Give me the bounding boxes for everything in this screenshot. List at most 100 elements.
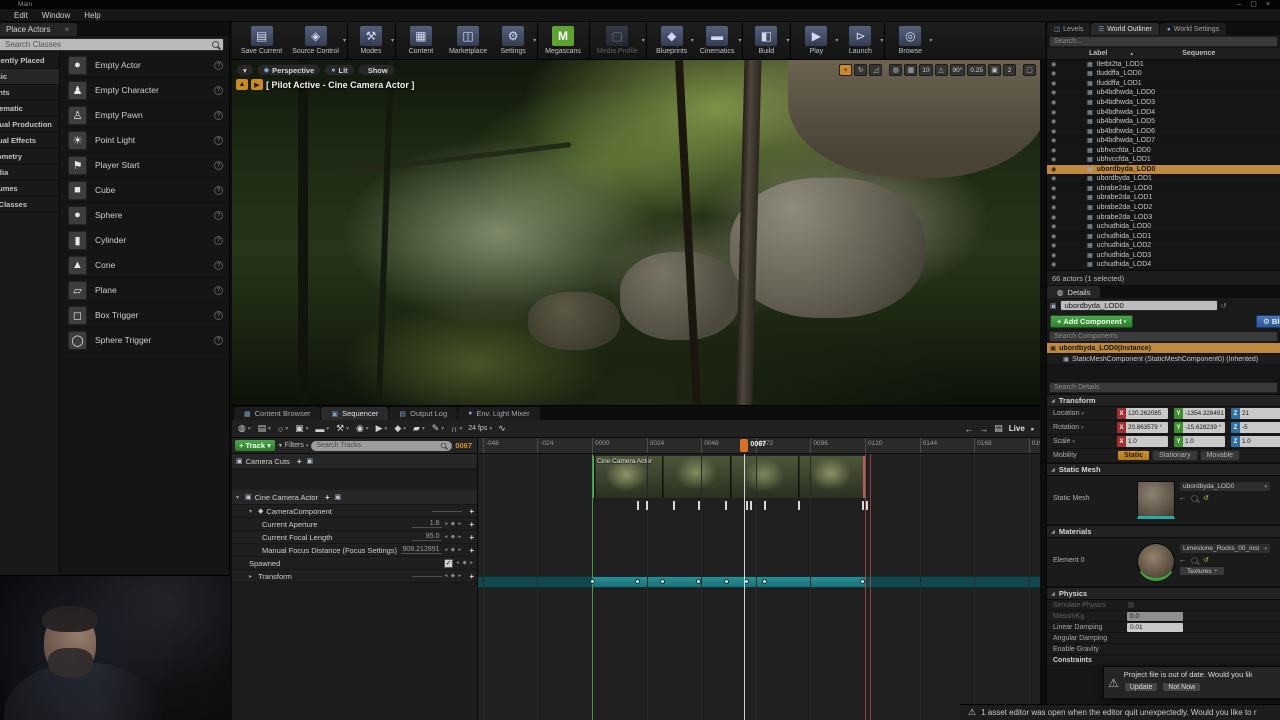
outliner-row[interactable]: ◉ ▦ ubordbyda_LOD1 [1047, 175, 1280, 185]
outliner-row[interactable]: ◉ ▦ uchudhida_LOD2 [1047, 241, 1280, 251]
panel-tab[interactable]: ◫ Levels [1047, 23, 1090, 35]
toolbar-button[interactable]: ▢ ▾ Media Profile [592, 23, 647, 59]
visibility-eye-icon[interactable]: ◉ [1051, 214, 1059, 221]
toolbar-button[interactable]: ◫ ▾ Marketplace [444, 23, 492, 59]
toolbar-button[interactable]: ⊳ ▾ Launch [839, 23, 885, 59]
place-actor-item[interactable]: ● Empty Actor ? [60, 53, 229, 78]
outliner-row[interactable]: ◉ ▦ ubrabe2da_LOD1 [1047, 194, 1280, 204]
visibility-eye-icon[interactable]: ◉ [1051, 137, 1059, 144]
materials-section-header[interactable]: ◢ Materials [1047, 525, 1280, 538]
category-item[interactable]: Virtual Production [0, 117, 59, 133]
open-sequence-icon[interactable]: ▤ [994, 423, 1003, 434]
viewport-mode-button[interactable]: ◆ Perspective [257, 64, 322, 76]
use-selected-icon[interactable]: ← [1179, 557, 1186, 564]
tab-place-actors[interactable]: Place Actors × [0, 23, 77, 36]
edit-pen-icon[interactable]: ✎▾ [432, 423, 444, 434]
world-space-icon[interactable]: ◍ [889, 64, 902, 76]
search-details-input[interactable]: Search Details [1049, 382, 1278, 393]
camera-icon[interactable]: ▣▾ [295, 423, 308, 434]
visibility-eye-icon[interactable]: ◉ [1051, 109, 1059, 116]
material-dropdown[interactable]: Limestone_Rocks_00_inst ▾ [1179, 543, 1271, 554]
outliner-row[interactable]: ◉ ▦ tluddffa_LOD0 [1047, 70, 1280, 80]
pilot-camera-icon[interactable]: ▶ [251, 79, 263, 90]
next-shot-icon[interactable]: → [979, 424, 988, 434]
live-status-button[interactable]: Live [1009, 424, 1025, 433]
grid-snap-value[interactable]: 10 [919, 64, 932, 76]
physics-property-row[interactable]: Constraints [1047, 655, 1280, 666]
fps-dropdown[interactable]: 24 fps ▾ [468, 425, 492, 432]
keyframe-options-icon[interactable]: ◆▾ [394, 423, 406, 434]
property-value-field[interactable]: 0.0 [1127, 612, 1183, 621]
textures-dropdown[interactable]: Textures ▾ [1179, 566, 1225, 576]
visibility-eye-icon[interactable]: ◉ [1051, 261, 1059, 268]
viewport-options-button[interactable]: ▾ [236, 64, 254, 76]
snap-magnet-icon[interactable]: ∩▾ [451, 424, 462, 434]
static-mesh-thumbnail[interactable] [1137, 481, 1175, 519]
maximize-icon[interactable]: ▢ [1250, 0, 1257, 9]
component-row[interactable]: ▣ StaticMeshComponent (StaticMeshCompone… [1047, 354, 1280, 365]
camera-icon[interactable]: ▣ [306, 457, 313, 465]
reset-icon[interactable]: ↺ [1203, 494, 1209, 502]
toolbar-button[interactable]: ▶ ▾ Play [793, 23, 839, 59]
visibility-eye-icon[interactable]: ◉ [1051, 252, 1059, 259]
visibility-eye-icon[interactable]: ◉ [1051, 223, 1059, 230]
visibility-eye-icon[interactable]: ◉ [1051, 70, 1059, 77]
panel-tab[interactable]: ☰ World Outliner [1091, 23, 1158, 35]
grid-snap-icon[interactable]: ▦ [904, 64, 917, 76]
add-section-icon[interactable]: + [469, 572, 474, 581]
category-item[interactable]: Volumes [0, 181, 59, 197]
scale-x-field[interactable]: X1.0 [1117, 436, 1168, 447]
track-value[interactable]: 908.212891 [401, 546, 442, 554]
visibility-eye-icon[interactable]: ◉ [1051, 147, 1059, 154]
settings-wrench-icon[interactable]: ⚒▾ [336, 423, 349, 434]
camera-icon[interactable]: ▣ [335, 493, 342, 501]
visibility-eye-icon[interactable]: ◉ [1051, 99, 1059, 106]
search-classes-input[interactable]: Search Classes [0, 38, 224, 51]
outliner-row[interactable]: ◉ ▦ ub4bdhwda_LOD7 [1047, 136, 1280, 146]
expand-arrow-icon[interactable]: ▸ [249, 573, 255, 580]
toolbar-button[interactable]: ⚒ ▾ Modes [350, 23, 396, 59]
keyframe-nav-icons[interactable]: ◂ ◆ ▸ [456, 560, 474, 566]
mobility-option[interactable]: Movable [1200, 450, 1240, 461]
sequencer-track-row[interactable]: ▸ Transform ✓ ◂ ◆ ▸ + ▣ [232, 570, 477, 583]
clapperboard-icon[interactable]: ▬▾ [315, 424, 329, 434]
outliner-row[interactable]: ◉ ▦ tluddffa_LOD1 [1047, 79, 1280, 89]
toolbar-button[interactable]: ⚙ ▾ Settings [492, 23, 538, 59]
search-icon[interactable]: ○▾ [278, 424, 288, 434]
playback-options-icon[interactable]: ▶▾ [376, 423, 388, 434]
sequencer-track-row[interactable]: ▣ Camera Cuts ✓ ◂ ◆ ▸ + ▣ [232, 454, 477, 469]
visibility-eye-icon[interactable]: ◉ [1051, 61, 1059, 68]
toolbar-button[interactable]: M ▾ Megascans [540, 23, 590, 59]
visibility-eye-icon[interactable]: ◉ [1051, 233, 1059, 240]
panel-tab[interactable]: ● Env. Light Mixer [458, 407, 539, 420]
search-components-input[interactable]: Search Components [1049, 331, 1278, 342]
place-actor-item[interactable]: ■ Cube ? [60, 178, 229, 203]
outliner-row[interactable]: ◉ ▦ ub4bdhwda_LOD6 [1047, 127, 1280, 137]
tab-details[interactable]: ◍ Details [1047, 286, 1100, 298]
reset-icon[interactable]: ↺ [1203, 556, 1209, 564]
property-value-field[interactable]: 0.01 [1127, 623, 1183, 632]
mobility-option[interactable]: Stationary [1152, 450, 1198, 461]
minimize-icon[interactable]: – [1237, 0, 1241, 9]
rotate-tool-icon[interactable]: ↻ [854, 64, 867, 76]
add-section-icon[interactable]: + [297, 457, 302, 466]
expand-arrow-icon[interactable]: ▾ [249, 508, 255, 515]
visibility-eye-icon[interactable]: ◉ [1051, 166, 1059, 173]
actor-name-field[interactable]: ubordbyda_LOD0 [1060, 300, 1218, 311]
toast-button[interactable]: Update [1124, 682, 1159, 692]
outliner-row[interactable]: ◉ ▦ ubhvccfda_LOD0 [1047, 146, 1280, 156]
mobility-option[interactable]: Static [1117, 450, 1150, 461]
scale-y-field[interactable]: Y1.0 [1174, 436, 1225, 447]
rotation-snap-icon[interactable]: △ [935, 64, 948, 76]
physics-property-row[interactable]: Simulate Physics [1047, 600, 1280, 611]
add-track-button[interactable]: + Track ▾ [235, 440, 275, 451]
rotation-z-field[interactable]: Z-5 [1231, 422, 1280, 433]
toolbar-button[interactable]: ▦ ▾ Content [398, 23, 444, 59]
timeline-ruler[interactable]: -048-02400000024004800720096012001440168… [478, 438, 1040, 454]
toolbar-button[interactable]: ◎ ▾ Browse [887, 23, 933, 59]
outliner-row[interactable]: ◉ ▦ ub4bdhwda_LOD3 [1047, 98, 1280, 108]
lock-icon[interactable]: ▪ [1031, 424, 1034, 434]
outliner-row[interactable]: ◉ ▦ uchudhida_LOD4 [1047, 260, 1280, 270]
crash-recovery-notification[interactable]: ⚠ 1 asset editor was open when the edito… [960, 704, 1280, 720]
place-actor-item[interactable]: ● Sphere ? [60, 203, 229, 228]
